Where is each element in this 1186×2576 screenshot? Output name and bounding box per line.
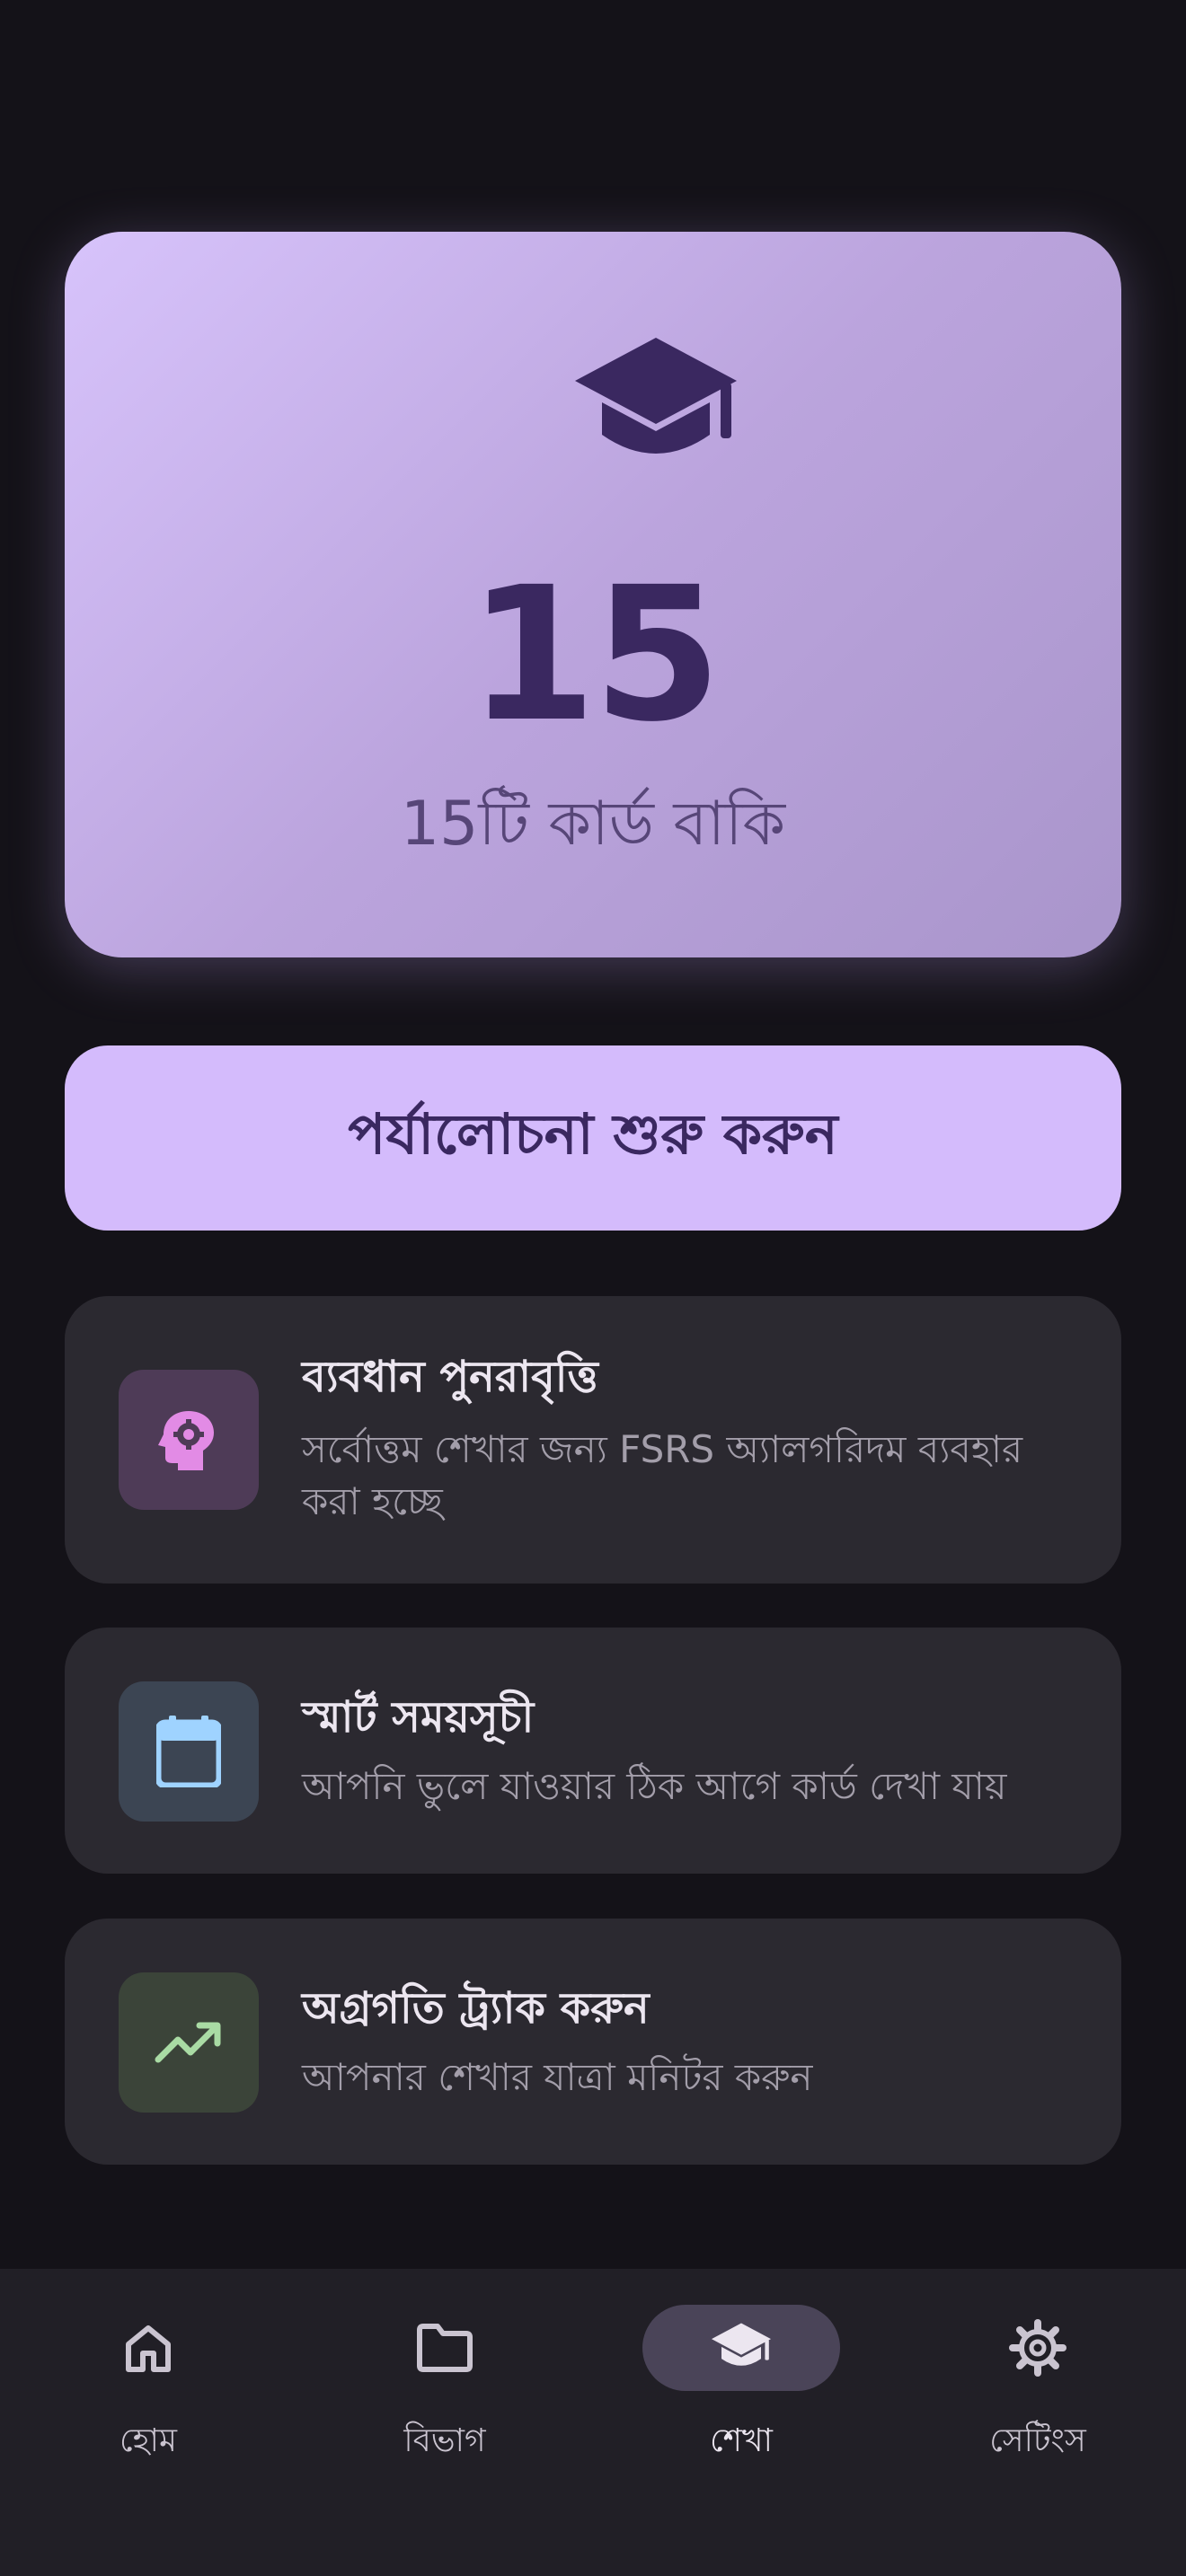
feature-title: অগ্রগতি ট্র্যাক করুন (302, 1983, 650, 2033)
feature-description: আপনার শেখার যাত্রা মনিটর করুন (302, 2055, 813, 2099)
home-icon (126, 2325, 171, 2372)
learn-screen: 15 15টি কার্ড বাকি পর্যালোচনা শুরু করুন … (0, 0, 1186, 2576)
nav-indicator (346, 2305, 544, 2391)
feature-description: আপনি ভুলে যাওয়ার ঠিক আগে কার্ড দেখা যায… (302, 1764, 1007, 1808)
nav-label: বিভাগ (403, 2422, 486, 2459)
feature-icon-tile (119, 1972, 259, 2113)
nav-label: হোম (119, 2422, 177, 2459)
feature-card-smart-schedule: স্মার্ট সময়সূচী আপনি ভুলে যাওয়ার ঠিক আ… (65, 1628, 1121, 1874)
feature-card-track-progress: অগ্রগতি ট্র্যাক করুন আপনার শেখার যাত্রা … (65, 1919, 1121, 2165)
graduation-cap-icon (575, 338, 737, 454)
due-cards-summary-card: 15 15টি কার্ড বাকি (65, 232, 1121, 957)
folder-icon (417, 2324, 473, 2372)
gear-icon (1009, 2319, 1067, 2377)
nav-item-learn[interactable]: শেখা (593, 2305, 890, 2484)
nav-item-categories[interactable]: বিভাগ (296, 2305, 593, 2484)
due-card-subtitle: 15টি কার্ড বাকি (400, 789, 786, 860)
feature-icon-tile (119, 1681, 259, 1822)
nav-indicator (49, 2305, 247, 2391)
graduation-cap-icon (712, 2323, 771, 2366)
nav-item-home[interactable]: হোম (0, 2305, 296, 2484)
nav-indicator-active (642, 2305, 840, 2391)
feature-title: ব্যবধান পুনরাবৃত্তি (302, 1352, 598, 1402)
calendar-icon (156, 1716, 221, 1787)
nav-label: সেটিংস (989, 2422, 1086, 2459)
due-card-count: 15 (467, 547, 722, 763)
feature-card-spaced-repetition: ব্যবধান পুনরাবৃত্তি সর্বোত্তম শেখার জন্য… (65, 1296, 1121, 1584)
feature-description: সর্বোত্তম শেখার জন্য FSRS অ্যালগরিদম ব্য… (302, 1427, 1023, 1523)
feature-title: স্মার্ট সময়সূচী (302, 1692, 535, 1742)
brain-gear-icon (158, 1411, 214, 1470)
nav-label: শেখা (710, 2422, 773, 2459)
bottom-navigation-bar: হোম বিভাগ শেখা সেটিংস (0, 2269, 1186, 2576)
trending-up-icon (155, 2022, 221, 2063)
nav-indicator (939, 2305, 1137, 2391)
feature-icon-tile (119, 1370, 259, 1510)
nav-item-settings[interactable]: সেটিংস (890, 2305, 1186, 2484)
start-review-button[interactable]: পর্যালোচনা শুরু করুন (65, 1045, 1121, 1231)
